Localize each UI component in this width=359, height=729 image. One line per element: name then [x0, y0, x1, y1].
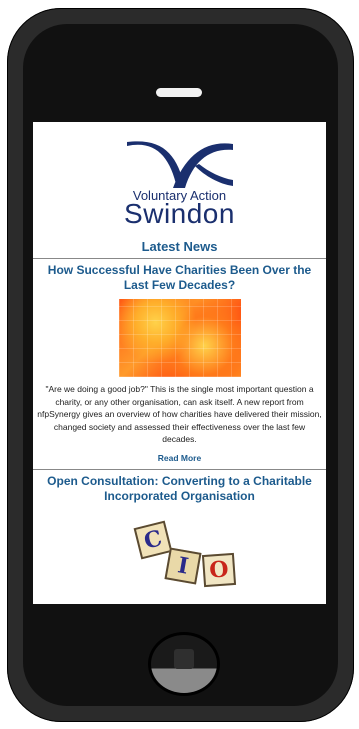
block-i: I — [164, 546, 202, 585]
article-image[interactable] — [118, 299, 241, 377]
read-more-link[interactable]: Read More — [33, 453, 326, 470]
phone-screen[interactable]: Voluntary Action Swindon Latest News How… — [33, 122, 326, 604]
article-title-2[interactable]: Open Consultation: Converting to a Chari… — [33, 470, 326, 504]
block-c: C — [133, 520, 173, 559]
article-title[interactable]: How Successful Have Charities Been Over … — [33, 259, 326, 293]
article-image-2[interactable]: C I O — [33, 514, 326, 605]
logo-text-line2: Swindon — [124, 198, 235, 229]
section-title: Latest News — [33, 236, 326, 259]
block-o: O — [201, 552, 237, 587]
home-square-icon — [174, 649, 194, 669]
phone-speaker — [156, 88, 202, 97]
logo-mark-icon — [127, 141, 233, 188]
logo: Voluntary Action Swindon — [33, 122, 326, 229]
article-body: "Are we doing a good job?" This is the s… — [37, 384, 322, 444]
home-button[interactable] — [148, 632, 220, 696]
